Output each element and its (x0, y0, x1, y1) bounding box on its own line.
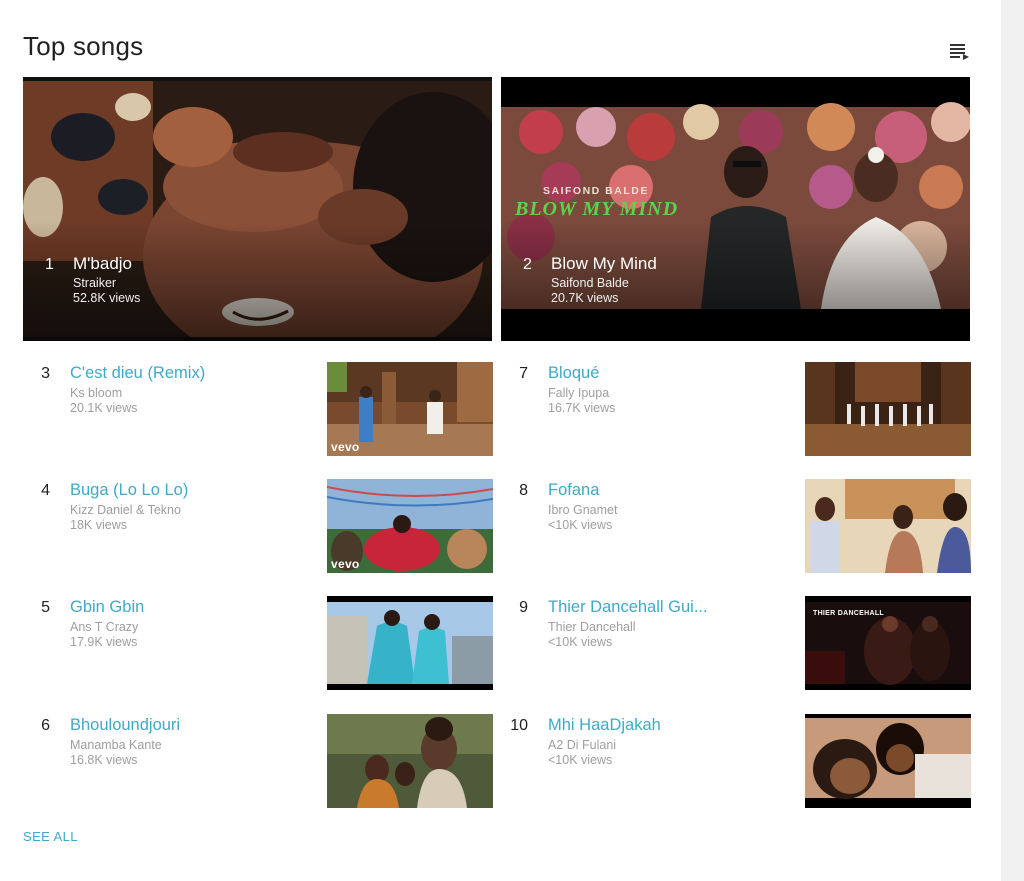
side-scroll-strip (1001, 0, 1024, 881)
featured-artist[interactable]: Straiker (73, 276, 116, 290)
song-artist[interactable]: A2 Di Fulani (548, 738, 616, 752)
song-rank: 10 (510, 717, 528, 734)
song-row-9[interactable]: 9 Thier Dancehall Gui... Thier Dancehall… (498, 596, 971, 691)
see-all-link[interactable]: SEE ALL (23, 829, 78, 844)
song-row-3[interactable]: 3 C'est dieu (Remix) Ks bloom 20.1K view… (20, 362, 493, 457)
featured-song-2[interactable]: SAIFOND BALDE BLOW MY MIND 2 Blow My Min… (501, 77, 970, 341)
song-rank: 3 (41, 365, 50, 382)
song-thumbnail[interactable] (327, 596, 493, 690)
song-views: 16.8K views (70, 753, 138, 767)
song-artist[interactable]: Ks bloom (70, 386, 122, 400)
song-views: 16.7K views (548, 401, 616, 415)
featured-rank: 1 (45, 256, 54, 273)
thumbnail-image (327, 596, 493, 690)
thumbnail-image (327, 714, 493, 808)
song-artist[interactable]: Manamba Kante (70, 738, 162, 752)
song-rank: 9 (519, 599, 528, 616)
featured-song-1[interactable]: 1 M'badjo Straiker 52.8K views (23, 77, 492, 341)
featured-song-title[interactable]: M'badjo (73, 254, 132, 274)
featured-views: 20.7K views (551, 291, 619, 305)
song-views: <10K views (548, 753, 613, 767)
featured-thumbnail-artist-text: SAIFOND BALDE (543, 185, 649, 197)
song-thumbnail[interactable]: THIER DANCEHALL (805, 596, 971, 690)
song-row-10[interactable]: 10 Mhi HaaDjakah A2 Di Fulani <10K views (498, 714, 971, 809)
featured-song-title[interactable]: Blow My Mind (551, 254, 657, 274)
thumbnail-image (805, 479, 971, 573)
thumbnail-caption-text: THIER DANCEHALL (813, 610, 884, 617)
song-title-link[interactable]: Gbin Gbin (70, 598, 144, 617)
song-rank: 5 (41, 599, 50, 616)
song-artist[interactable]: Thier Dancehall (548, 620, 636, 634)
song-views: 20.1K views (70, 401, 138, 415)
featured-views: 52.8K views (73, 291, 141, 305)
song-row-4[interactable]: 4 Buga (Lo Lo Lo) Kizz Daniel & Tekno 18… (20, 479, 493, 574)
song-artist[interactable]: Kizz Daniel & Tekno (70, 503, 181, 517)
song-thumbnail[interactable]: vevo (327, 479, 493, 573)
vevo-badge: vevo (331, 557, 360, 571)
song-title-link[interactable]: Bloqué (548, 364, 599, 383)
thumbnail-image (805, 362, 971, 456)
song-views: 17.9K views (70, 635, 138, 649)
song-views: <10K views (548, 635, 613, 649)
song-title-link[interactable]: Mhi HaaDjakah (548, 716, 661, 735)
playlist-queue-icon (950, 44, 969, 60)
song-artist[interactable]: Ibro Gnamet (548, 503, 617, 517)
song-title-link[interactable]: Thier Dancehall Gui... (548, 598, 708, 617)
song-artist[interactable]: Ans T Crazy (70, 620, 138, 634)
song-views: 18K views (70, 518, 127, 532)
song-thumbnail[interactable]: vevo (327, 362, 493, 456)
thumbnail-image (805, 714, 971, 808)
song-title-link[interactable]: Buga (Lo Lo Lo) (70, 481, 188, 500)
song-rank: 6 (41, 717, 50, 734)
song-thumbnail[interactable] (805, 714, 971, 808)
song-views: <10K views (548, 518, 613, 532)
featured-artist[interactable]: Saifond Balde (551, 276, 629, 290)
vevo-badge: vevo (331, 440, 360, 454)
section-title: Top songs (23, 31, 144, 61)
song-title-link[interactable]: Fofana (548, 481, 599, 500)
song-rank: 8 (519, 482, 528, 499)
featured-thumbnail-title-text: BLOW MY MIND (515, 198, 679, 220)
song-title-link[interactable]: Bhouloundjouri (70, 716, 180, 735)
song-thumbnail[interactable] (327, 714, 493, 808)
song-row-8[interactable]: 8 Fofana Ibro Gnamet <10K views (498, 479, 971, 574)
song-thumbnail[interactable] (805, 479, 971, 573)
song-thumbnail[interactable] (805, 362, 971, 456)
song-artist[interactable]: Fally Ipupa (548, 386, 609, 400)
song-rank: 4 (41, 482, 50, 499)
song-row-5[interactable]: 5 Gbin Gbin Ans T Crazy 17.9K views (20, 596, 493, 691)
featured-rank: 2 (523, 256, 532, 273)
song-title-link[interactable]: C'est dieu (Remix) (70, 364, 205, 383)
song-row-6[interactable]: 6 Bhouloundjouri Manamba Kante 16.8K vie… (20, 714, 493, 809)
playlist-queue-button[interactable] (947, 38, 973, 62)
song-rank: 7 (519, 365, 528, 382)
song-row-7[interactable]: 7 Bloqué Fally Ipupa 16.7K views (498, 362, 971, 457)
